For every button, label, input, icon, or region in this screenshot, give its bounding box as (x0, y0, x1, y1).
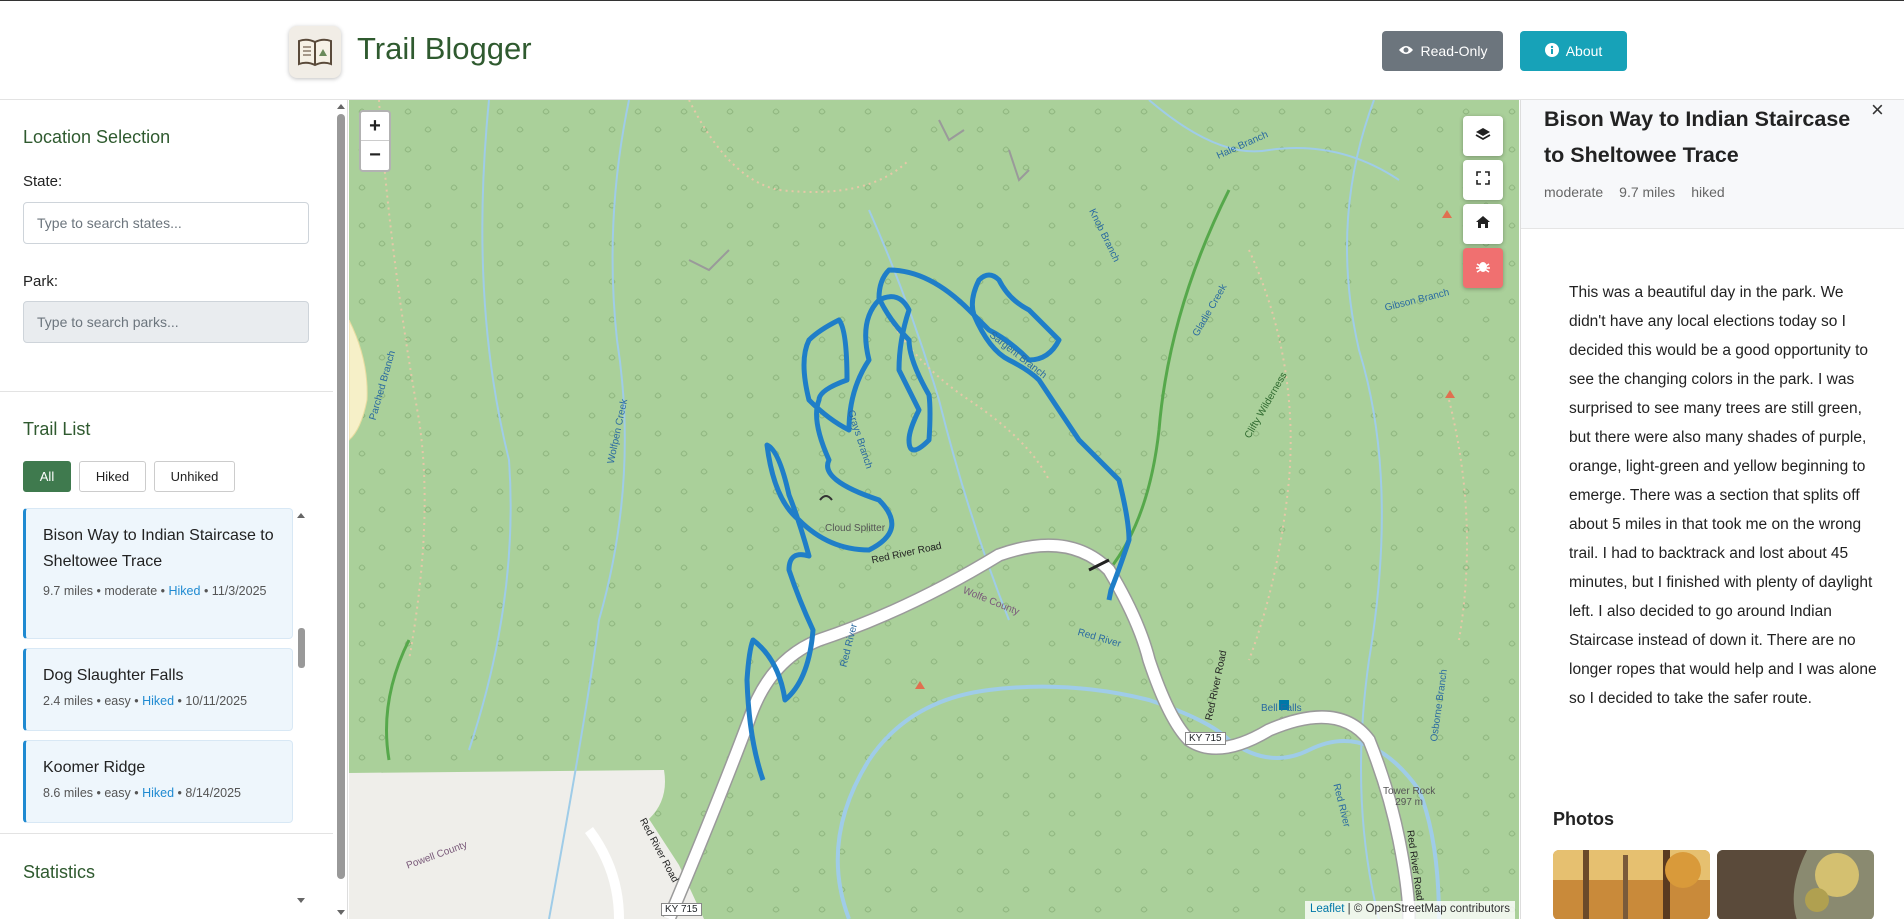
divider (0, 833, 333, 834)
trail-list: Bison Way to Indian Staircase to Sheltow… (23, 508, 294, 908)
sidebar: Location Selection State: Type to search… (0, 100, 348, 919)
trail-list-scrollbar[interactable] (296, 510, 306, 903)
trail-name: Koomer Ridge (43, 759, 146, 776)
fullscreen-icon (1476, 170, 1490, 190)
trail-card-bison-way[interactable]: Bison Way to Indian Staircase to Sheltow… (23, 508, 293, 639)
trail-card-koomer-ridge[interactable]: Koomer Ridge 8.6 miles • easy • Hiked • … (23, 740, 293, 823)
park-search-input[interactable]: Type to search parks... (23, 301, 309, 343)
read-only-label: Read-Only (1420, 43, 1488, 59)
details-header: Bison Way to Indian Staircase to Sheltow… (1521, 100, 1904, 229)
zoom-out-button[interactable]: − (361, 141, 389, 170)
details-description: This was a beautiful day in the park. We… (1569, 284, 1877, 707)
map-attribution: Leaflet | © OpenStreetMap contributors (1304, 901, 1515, 919)
zoom-control: + − (359, 110, 391, 172)
bug-icon (1475, 258, 1491, 279)
state-search-input[interactable]: Type to search states... (23, 202, 309, 244)
location-selection-title: Location Selection (23, 127, 171, 147)
state-label: State: (23, 173, 63, 190)
filter-hiked-button[interactable]: Hiked (79, 461, 146, 492)
map-label-tower-rock: Tower Rock 297 m (1383, 786, 1436, 808)
app-title: Trail Blogger (357, 31, 532, 66)
home-button[interactable] (1463, 204, 1503, 244)
map-label-cloud-splitter: Cloud Splitter (825, 523, 886, 534)
debug-button[interactable] (1463, 248, 1503, 288)
photo-thumbnail[interactable] (1553, 850, 1710, 919)
trail-meta: 2.4 miles • easy • Hiked • 10/11/2025 (43, 694, 248, 708)
divider (0, 391, 333, 392)
details-status: hiked (1691, 184, 1725, 200)
about-label: About (1565, 43, 1603, 59)
statistics-title: Statistics (23, 862, 96, 882)
about-button[interactable]: About (1520, 31, 1627, 71)
read-only-button[interactable]: Read-Only (1382, 31, 1503, 71)
trail-map[interactable]: Red River Road Cloud Splitter Red River … (349, 100, 1519, 919)
leaflet-link[interactable]: Leaflet (1310, 903, 1345, 915)
zoom-in-button[interactable]: + (361, 112, 389, 141)
trail-card-dog-slaughter-falls[interactable]: Dog Slaughter Falls 2.4 miles • easy • H… (23, 648, 293, 731)
eye-icon (1398, 43, 1414, 59)
map-label-ky715-b: KY 715 (661, 903, 702, 916)
trail-details-panel: Bison Way to Indian Staircase to Sheltow… (1520, 100, 1904, 919)
trail-name: Dog Slaughter Falls (43, 667, 184, 684)
layers-icon (1475, 126, 1491, 147)
details-difficulty: moderate (1544, 184, 1604, 200)
sidebar-scrollbar[interactable] (335, 102, 347, 919)
trail-meta: 8.6 miles • easy • Hiked • 8/14/2025 (43, 786, 241, 800)
photos-title: Photos (1553, 809, 1614, 829)
filter-unhiked-button[interactable]: Unhiked (154, 461, 235, 492)
details-meta: moderate 9.7 miles hiked (1544, 184, 1725, 200)
map-label-ky715-a: KY 715 (1185, 732, 1226, 745)
park-label: Park: (23, 273, 59, 290)
fullscreen-button[interactable] (1463, 160, 1503, 200)
map-label-bell-falls: Bell Falls (1261, 703, 1302, 714)
layers-button[interactable] (1463, 116, 1503, 156)
photo-thumbnail[interactable] (1717, 850, 1874, 919)
app-header: Trail Blogger Read-Only About (0, 0, 1904, 100)
details-distance: 9.7 miles (1619, 184, 1676, 200)
trail-list-title: Trail List (23, 419, 91, 439)
trail-meta: 9.7 miles • moderate • Hiked • 11/3/2025 (43, 584, 267, 598)
book-logo-icon (289, 26, 341, 78)
trail-name: Bison Way to Indian Staircase to Sheltow… (43, 527, 274, 570)
details-title: Bison Way to Indian Staircase to Sheltow… (1544, 107, 1851, 167)
home-icon (1475, 215, 1491, 234)
info-icon (1544, 42, 1559, 60)
close-icon[interactable]: × (1871, 100, 1884, 123)
filter-all-button[interactable]: All (23, 461, 71, 492)
